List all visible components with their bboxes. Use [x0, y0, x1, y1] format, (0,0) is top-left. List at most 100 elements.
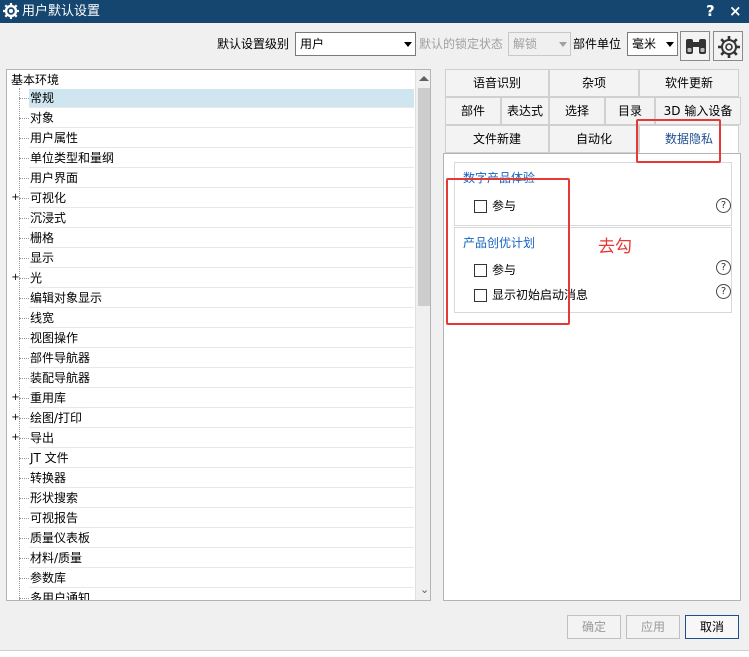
- tree-connector: [19, 478, 29, 479]
- tree-item-label[interactable]: 可视化: [29, 189, 68, 207]
- tree-item[interactable]: 装配导航器: [7, 368, 414, 388]
- tree-item[interactable]: + 可视化: [7, 188, 414, 208]
- tree-item[interactable]: 线宽: [7, 308, 414, 328]
- ok-button[interactable]: 确定: [567, 615, 621, 639]
- tree-item-label[interactable]: 装配导航器: [29, 369, 92, 387]
- part-unit-select[interactable]: 毫米: [627, 32, 678, 56]
- tree-connector: [19, 178, 29, 179]
- tree-item-label[interactable]: 沉浸式: [29, 209, 68, 227]
- tree-connector: [19, 258, 29, 259]
- bottom-strip: [0, 650, 749, 657]
- tree-scrollbar[interactable]: ⌄: [415, 70, 430, 600]
- tab-voice-recognition[interactable]: 语音识别: [445, 69, 549, 97]
- tree-item[interactable]: 对象: [7, 108, 414, 128]
- tree-connector: [19, 378, 29, 379]
- defaults-level-select[interactable]: 用户: [295, 32, 416, 56]
- tree-item[interactable]: + 重用库: [7, 388, 414, 408]
- tree-item-label[interactable]: 导出: [29, 429, 56, 447]
- close-button[interactable]: ×: [729, 1, 742, 21]
- tree-item[interactable]: 可视报告: [7, 508, 414, 528]
- tree-item-label[interactable]: 可视报告: [29, 509, 80, 527]
- tree-connector: [19, 98, 29, 99]
- tree-item[interactable]: 质量仪表板: [7, 528, 414, 548]
- tree-root[interactable]: 基本环境: [11, 72, 59, 88]
- tree-item-label[interactable]: 对象: [29, 109, 56, 127]
- tree-item-label[interactable]: JT 文件: [29, 449, 71, 467]
- tree-item[interactable]: 材料/质量: [7, 548, 414, 568]
- settings-tree[interactable]: 基本环境 常规 对象 用户属性 单位类型和量纲 用户界面 + 可视化 沉浸式 栅格 显示 + 光编辑对…: [6, 69, 431, 601]
- tree-item-label[interactable]: 栅格: [29, 229, 56, 247]
- cancel-button[interactable]: 取消: [685, 615, 739, 639]
- tree-item[interactable]: 转换器: [7, 468, 414, 488]
- tree-item[interactable]: + 绘图/打印: [7, 408, 414, 428]
- tree-item-label[interactable]: 材料/质量: [29, 549, 84, 567]
- tree-item[interactable]: 参数库: [7, 568, 414, 588]
- tree-item-label[interactable]: 多用户通知: [29, 589, 92, 600]
- expand-icon[interactable]: +: [11, 273, 20, 283]
- settings-button[interactable]: [713, 31, 743, 61]
- tree-item-label[interactable]: 参数库: [29, 569, 68, 587]
- tree-item[interactable]: 视图操作: [7, 328, 414, 348]
- tree-connector: [19, 598, 29, 599]
- tree-item-label[interactable]: 单位类型和量纲: [29, 149, 116, 167]
- apply-button[interactable]: 应用: [626, 615, 680, 639]
- tab-part[interactable]: 部件: [445, 97, 501, 125]
- tree-item[interactable]: 单位类型和量纲: [7, 148, 414, 168]
- tree-item-label[interactable]: 形状搜索: [29, 489, 80, 507]
- binoculars-icon: [686, 39, 706, 54]
- tree-item[interactable]: 栅格: [7, 228, 414, 248]
- tree-item-label[interactable]: 编辑对象显示: [29, 289, 104, 307]
- tree-item[interactable]: + 光: [7, 268, 414, 288]
- tab-new-file[interactable]: 文件新建: [445, 125, 549, 153]
- gear-icon: [3, 3, 19, 19]
- tree-item-label[interactable]: 显示: [29, 249, 56, 267]
- help-icon[interactable]: ?: [716, 198, 731, 213]
- help-icon[interactable]: ?: [716, 284, 731, 299]
- tree-item-label[interactable]: 用户界面: [29, 169, 80, 187]
- tree-item-label[interactable]: 用户属性: [29, 129, 80, 147]
- tree-item-label[interactable]: 线宽: [29, 309, 56, 327]
- tree-item-label[interactable]: 部件导航器: [29, 349, 92, 367]
- tree-item-label[interactable]: 视图操作: [29, 329, 80, 347]
- tree-item-label[interactable]: 质量仪表板: [29, 529, 92, 547]
- tree-item-label[interactable]: 重用库: [29, 389, 68, 407]
- tree-item[interactable]: 用户界面: [7, 168, 414, 188]
- tree-item-label[interactable]: 转换器: [29, 469, 68, 487]
- tree-item[interactable]: 多用户通知: [7, 588, 414, 600]
- tab-software-update[interactable]: 软件更新: [639, 69, 739, 97]
- tree-connector: [19, 558, 29, 559]
- part-unit-label: 部件单位: [573, 37, 622, 51]
- tab-selection[interactable]: 选择: [549, 97, 605, 125]
- expand-icon[interactable]: +: [11, 433, 20, 443]
- tree-item-label[interactable]: 绘图/打印: [29, 409, 84, 427]
- tree-connector: [19, 398, 29, 399]
- scroll-down-icon[interactable]: ⌄: [420, 584, 429, 595]
- tree-item[interactable]: JT 文件: [7, 448, 414, 468]
- tree-item[interactable]: 用户属性: [7, 128, 414, 148]
- tree-item[interactable]: 沉浸式: [7, 208, 414, 228]
- expand-icon[interactable]: +: [11, 393, 20, 403]
- tab-misc[interactable]: 杂项: [549, 69, 639, 97]
- help-button[interactable]: ?: [706, 1, 715, 21]
- tree-item-label[interactable]: 光: [29, 269, 44, 287]
- tree-item[interactable]: + 导出: [7, 428, 414, 448]
- scroll-thumb[interactable]: [418, 88, 430, 306]
- tree-item-label[interactable]: 常规: [29, 89, 414, 107]
- tree-connector: [19, 238, 29, 239]
- tree-connector: [19, 138, 29, 139]
- expand-icon[interactable]: +: [11, 193, 20, 203]
- tree-connector: [19, 338, 29, 339]
- expand-icon[interactable]: +: [11, 413, 20, 423]
- scroll-up-icon[interactable]: [419, 76, 429, 81]
- tree-item[interactable]: 显示: [7, 248, 414, 268]
- tree-item[interactable]: 形状搜索: [7, 488, 414, 508]
- tab-automation[interactable]: 自动化: [549, 125, 639, 153]
- tree-item[interactable]: 部件导航器: [7, 348, 414, 368]
- tree-connector: [19, 358, 29, 359]
- tree-connector: [19, 118, 29, 119]
- tree-item[interactable]: 常规: [7, 88, 414, 108]
- help-icon[interactable]: ?: [716, 260, 731, 275]
- find-button[interactable]: [680, 31, 710, 61]
- tree-item[interactable]: 编辑对象显示: [7, 288, 414, 308]
- tab-expression[interactable]: 表达式: [501, 97, 549, 125]
